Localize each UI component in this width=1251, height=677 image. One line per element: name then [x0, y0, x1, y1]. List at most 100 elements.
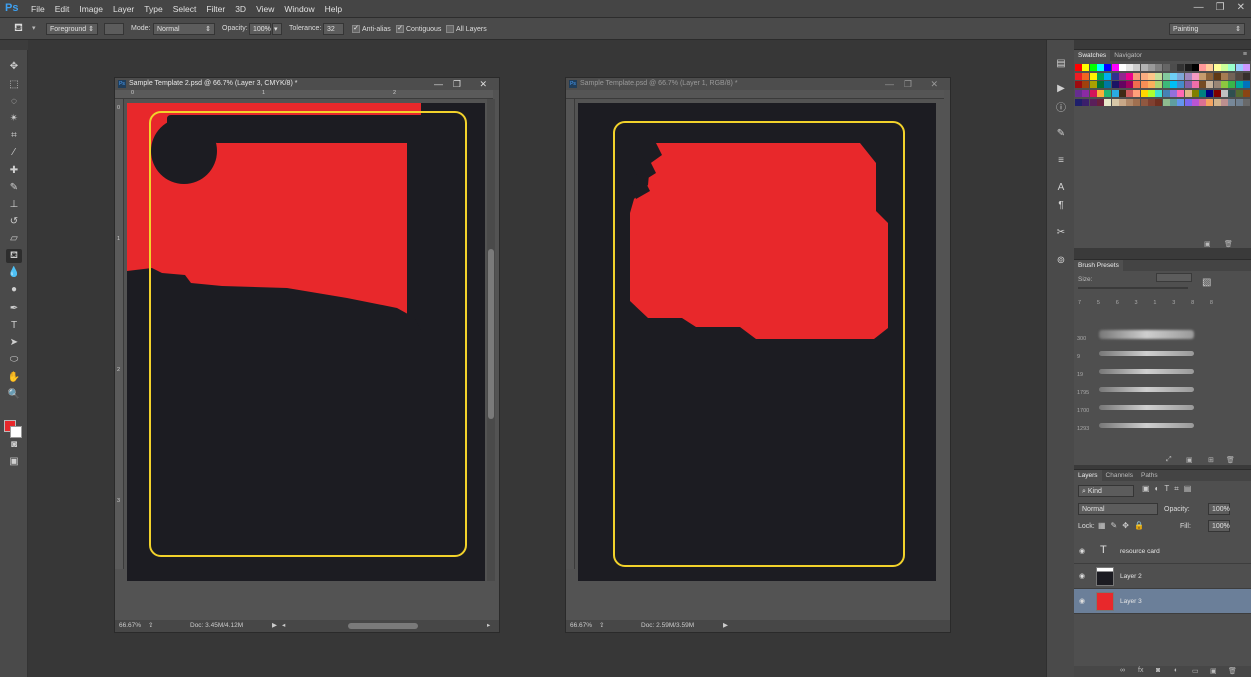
color-swatch[interactable] — [1126, 72, 1134, 80]
libraries-panel-icon[interactable]: ⊚ — [1054, 255, 1068, 267]
opacity-input[interactable]: 100% — [249, 23, 271, 35]
tab-navigator[interactable]: Navigator — [1110, 50, 1146, 61]
layer-row-layer3-selected[interactable]: ◉ Layer 3 — [1074, 589, 1251, 614]
eraser-tool-icon[interactable]: ▱ — [6, 232, 22, 246]
tolerance-input[interactable]: 32 — [323, 23, 344, 35]
scroll-left-arrow-icon[interactable]: ◂ — [282, 620, 285, 632]
paragraph-panel-icon[interactable]: ¶ — [1054, 200, 1068, 212]
color-swatch[interactable] — [1228, 72, 1236, 80]
hand-tool-icon[interactable]: ✋ — [6, 371, 22, 385]
character-panel-icon[interactable]: A — [1054, 182, 1068, 194]
restore-icon[interactable]: ❐ — [904, 78, 912, 90]
color-swatch[interactable] — [1235, 90, 1243, 98]
color-swatch[interactable] — [1213, 64, 1221, 71]
close-button[interactable]: ✕ — [1237, 2, 1245, 13]
color-swatch[interactable] — [1082, 72, 1090, 80]
color-swatch[interactable] — [1221, 64, 1228, 71]
color-swatch[interactable] — [1228, 64, 1236, 71]
new-swatch-icon[interactable]: ▣ — [1204, 240, 1211, 248]
color-swatch[interactable] — [1177, 64, 1185, 71]
color-swatch[interactable] — [1242, 64, 1250, 71]
color-swatch[interactable] — [1148, 64, 1155, 71]
color-swatch[interactable] — [1089, 90, 1097, 98]
contiguous-checkbox[interactable]: ✓ Contiguous — [396, 25, 441, 33]
color-swatch[interactable] — [1089, 72, 1097, 80]
color-swatch[interactable] — [1221, 72, 1228, 80]
layer-name[interactable]: resource card — [1120, 548, 1160, 555]
color-swatch[interactable] — [1155, 90, 1163, 98]
color-swatch[interactable] — [1162, 72, 1170, 80]
color-swatch[interactable] — [1221, 98, 1228, 106]
color-swatch[interactable] — [1075, 98, 1082, 106]
menu-select[interactable]: Select — [173, 4, 197, 14]
brush-panel-toggle-icon[interactable]: ▧ — [1202, 277, 1211, 288]
antialias-checkbox[interactable]: ✓ Anti-alias — [352, 25, 391, 33]
color-swatch[interactable] — [1140, 64, 1148, 71]
brush-preset-row[interactable]: 1700 — [1077, 400, 1197, 418]
color-swatch[interactable] — [1206, 98, 1214, 106]
blend-mode-select[interactable]: Normal — [1078, 503, 1158, 515]
color-swatch[interactable] — [1126, 81, 1134, 89]
minimize-button[interactable]: — — [1194, 2, 1204, 13]
menu-image[interactable]: Image — [79, 4, 103, 14]
color-swatch[interactable] — [1111, 98, 1119, 106]
color-swatch[interactable] — [1133, 81, 1141, 89]
color-swatch[interactable] — [1169, 90, 1177, 98]
color-swatch[interactable] — [1199, 64, 1207, 71]
eyedropper-tool-icon[interactable]: ⁄ — [6, 146, 22, 160]
tool-presets-icon[interactable]: ✂ — [1054, 227, 1068, 239]
restore-button[interactable]: ❐ — [1216, 2, 1225, 13]
color-swatch[interactable] — [1118, 64, 1126, 71]
menu-window[interactable]: Window — [284, 4, 314, 14]
panel-menu-icon[interactable]: ≡ — [1243, 51, 1247, 58]
document-title-bar[interactable]: Ps Sample Template.psd @ 66.7% (Layer 1,… — [566, 78, 950, 90]
tab-paths[interactable]: Paths — [1137, 470, 1162, 481]
color-swatch[interactable] — [1075, 64, 1082, 71]
actions-panel-icon[interactable]: ▶ — [1054, 83, 1068, 95]
document-title-bar[interactable]: Ps Sample Template 2.psd @ 66.7% (Layer … — [115, 78, 499, 90]
pattern-picker[interactable] — [104, 23, 124, 35]
color-swatch[interactable] — [1228, 90, 1236, 98]
close-icon[interactable]: ✕ — [930, 78, 938, 90]
paint-bucket-icon[interactable]: ⛾ — [14, 22, 23, 36]
color-swatch[interactable] — [1075, 90, 1082, 98]
color-swatch[interactable] — [1118, 81, 1126, 89]
export-icon[interactable]: ⇪ — [599, 620, 604, 632]
color-swatch[interactable] — [1104, 81, 1112, 89]
color-swatch[interactable] — [1155, 72, 1163, 80]
brush-preset-row[interactable]: 9 — [1077, 346, 1197, 364]
color-swatch[interactable] — [1111, 90, 1119, 98]
color-swatch[interactable] — [1148, 98, 1155, 106]
color-swatch[interactable] — [1228, 81, 1236, 89]
new-layer-icon[interactable]: ▣ — [1210, 667, 1217, 675]
card-canvas-2[interactable] — [578, 103, 936, 581]
move-tool-icon[interactable]: ✥ — [6, 60, 22, 74]
color-swatch[interactable] — [1155, 81, 1163, 89]
info-panel-icon[interactable]: ⓘ — [1054, 103, 1068, 115]
lasso-tool-icon[interactable]: ◌ — [6, 95, 22, 109]
blur-tool-icon[interactable]: 💧 — [6, 266, 22, 280]
layer-style-icon[interactable]: fx — [1138, 667, 1143, 674]
status-menu-arrow-icon[interactable]: ▶ — [272, 620, 277, 632]
color-swatch[interactable] — [1089, 64, 1097, 71]
menu-help[interactable]: Help — [325, 4, 342, 14]
color-swatch[interactable] — [1140, 90, 1148, 98]
horizontal-ruler[interactable] — [566, 90, 944, 99]
history-brush-tool-icon[interactable]: ↺ — [6, 215, 22, 229]
color-swatch[interactable] — [1184, 98, 1192, 106]
color-swatch[interactable] — [1096, 72, 1104, 80]
color-swatch[interactable] — [1118, 72, 1126, 80]
color-swatch[interactable] — [1126, 64, 1134, 71]
brush-preset-row[interactable]: 19 — [1077, 364, 1197, 382]
vertical-ruler[interactable] — [566, 99, 575, 569]
color-swatch[interactable] — [1096, 64, 1104, 71]
tab-brush-presets[interactable]: Brush Presets — [1074, 260, 1123, 271]
color-swatch[interactable] — [1206, 90, 1214, 98]
zoom-level[interactable]: 66.67% — [119, 620, 141, 632]
color-swatch[interactable] — [1162, 90, 1170, 98]
color-swatch[interactable] — [1235, 81, 1243, 89]
link-layers-icon[interactable]: ∞ — [1120, 667, 1125, 674]
menu-edit[interactable]: Edit — [55, 4, 70, 14]
color-swatch[interactable] — [1126, 90, 1134, 98]
color-swatch[interactable] — [1148, 90, 1155, 98]
